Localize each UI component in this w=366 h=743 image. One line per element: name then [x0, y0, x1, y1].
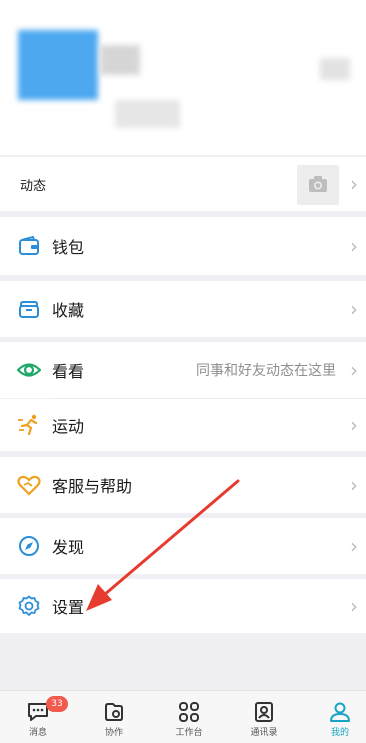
profile-detail-blurred — [115, 100, 180, 128]
workbench-icon — [179, 702, 199, 722]
chevron-right-icon: › — [350, 234, 358, 258]
menu-item-label: 收藏 — [52, 301, 85, 320]
tab-label: 通讯录 — [250, 728, 278, 738]
tab-collaboration[interactable]: 协作 — [86, 697, 142, 743]
menu-item-favorites[interactable]: 收藏 › — [0, 281, 366, 337]
profile-name-blurred — [100, 45, 140, 75]
chevron-right-icon: › — [350, 534, 358, 558]
menu-item-wallet[interactable]: 钱包 › — [0, 217, 366, 275]
tab-label: 协作 — [104, 728, 123, 738]
menu-item-sport[interactable]: 运动 › — [0, 399, 366, 451]
collaboration-icon — [105, 703, 123, 721]
compass-icon — [17, 534, 41, 558]
profile-qr-blurred[interactable] — [320, 58, 350, 80]
moments-row[interactable]: 动态 › — [0, 157, 366, 211]
running-icon — [17, 413, 41, 437]
chevron-right-icon: › — [350, 358, 358, 382]
menu-item-label: 看看 — [52, 362, 85, 381]
chevron-right-icon: › — [350, 594, 358, 618]
moments-label: 动态 — [20, 178, 47, 194]
menu-item-label: 发现 — [52, 538, 85, 557]
unread-badge: 33 — [46, 696, 68, 712]
menu-item-discover[interactable]: 发现 › — [0, 518, 366, 574]
menu-item-label: 设置 — [52, 598, 85, 617]
profile-header[interactable] — [0, 0, 366, 155]
chevron-right-icon: › — [350, 473, 358, 497]
chevron-right-icon: › — [350, 172, 358, 196]
menu-item-look[interactable]: 看看 同事和好友动态在这里 › — [0, 342, 366, 398]
camera-icon[interactable] — [297, 165, 339, 205]
tab-contacts[interactable]: 通讯录 — [236, 697, 292, 743]
tab-label: 我的 — [330, 728, 349, 738]
eye-icon — [17, 358, 41, 382]
avatar[interactable] — [18, 30, 98, 100]
tab-label: 工作台 — [175, 728, 203, 738]
menu-item-label: 客服与帮助 — [52, 477, 133, 496]
heart-icon — [17, 473, 41, 497]
menu-item-settings[interactable]: 设置 › — [0, 579, 366, 633]
contacts-icon — [255, 702, 273, 722]
tab-label: 消息 — [28, 728, 47, 738]
gear-icon — [17, 594, 41, 618]
look-hint: 同事和好友动态在这里 — [196, 363, 336, 379]
menu-item-support[interactable]: 客服与帮助 › — [0, 457, 366, 513]
tab-messages[interactable]: 33 消息 — [10, 696, 68, 743]
menu-item-label: 运动 — [52, 417, 85, 436]
wallet-icon — [17, 234, 41, 258]
chevron-right-icon: › — [350, 413, 358, 437]
bottom-tab-bar: 33 消息 协作 工作台 通讯录 我的 — [0, 690, 366, 743]
person-icon — [330, 702, 350, 722]
tab-workbench[interactable]: 工作台 — [161, 697, 217, 743]
tab-me[interactable]: 我的 — [312, 697, 366, 743]
menu-item-label: 钱包 — [52, 238, 85, 257]
folder-icon — [17, 297, 41, 321]
chevron-right-icon: › — [350, 297, 358, 321]
